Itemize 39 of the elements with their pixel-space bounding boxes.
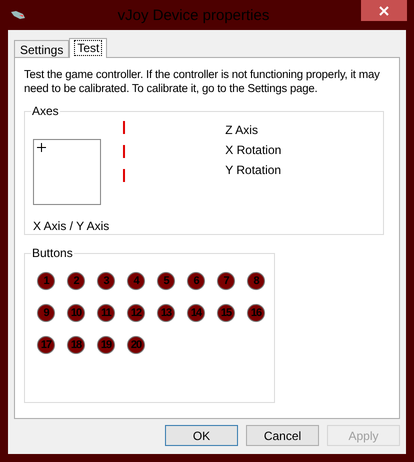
button-indicator: 16 <box>247 304 265 322</box>
close-icon <box>379 6 389 16</box>
button-indicator: 2 <box>67 272 85 290</box>
button-indicator: 13 <box>157 304 175 322</box>
window-title: vJoy Device properties <box>116 6 270 24</box>
dialog-button[interactable]: OK <box>165 425 238 446</box>
button-indicator: 8 <box>247 272 265 290</box>
button-indicator: 6 <box>187 272 205 290</box>
button-indicator: 10 <box>67 304 85 322</box>
group-title: Buttons <box>31 246 74 260</box>
button-indicator: 3 <box>97 272 115 290</box>
axis-label: Z Axis <box>225 123 259 137</box>
tab[interactable]: Test <box>69 38 108 58</box>
axis-indicator <box>123 121 126 134</box>
dialog-button[interactable]: Cancel <box>246 425 319 446</box>
crosshair-icon <box>37 143 46 152</box>
button-indicator: 9 <box>37 304 55 322</box>
button-indicator: 15 <box>217 304 235 322</box>
button-indicator: 17 <box>37 336 55 354</box>
button-indicator: 19 <box>97 336 115 354</box>
joystick-icon <box>10 9 26 21</box>
axis-indicator <box>123 145 126 158</box>
button-indicator: 20 <box>127 336 145 354</box>
button-indicator: 18 <box>67 336 85 354</box>
group-title: Axes <box>31 104 60 118</box>
button-indicator: 7 <box>217 272 235 290</box>
tab[interactable]: Settings <box>14 40 70 57</box>
button-indicator: 1 <box>37 272 55 290</box>
button-indicator: 11 <box>97 304 115 322</box>
axis-label: X Rotation <box>225 143 282 157</box>
button-indicator: 5 <box>157 272 175 290</box>
close-button[interactable] <box>361 0 407 21</box>
axis-label: X Axis / Y Axis <box>33 219 110 233</box>
button-indicator: 4 <box>127 272 145 290</box>
axis-label: Y Rotation <box>225 163 282 177</box>
button-indicator: 14 <box>187 304 205 322</box>
axis-indicator <box>123 169 126 182</box>
description-text: Test the game controller. If the controller is not functioning properly, it may need to be calibrated. To calibrate it, go to the Settings page. <box>24 68 381 96</box>
button-indicator: 12 <box>127 304 145 322</box>
